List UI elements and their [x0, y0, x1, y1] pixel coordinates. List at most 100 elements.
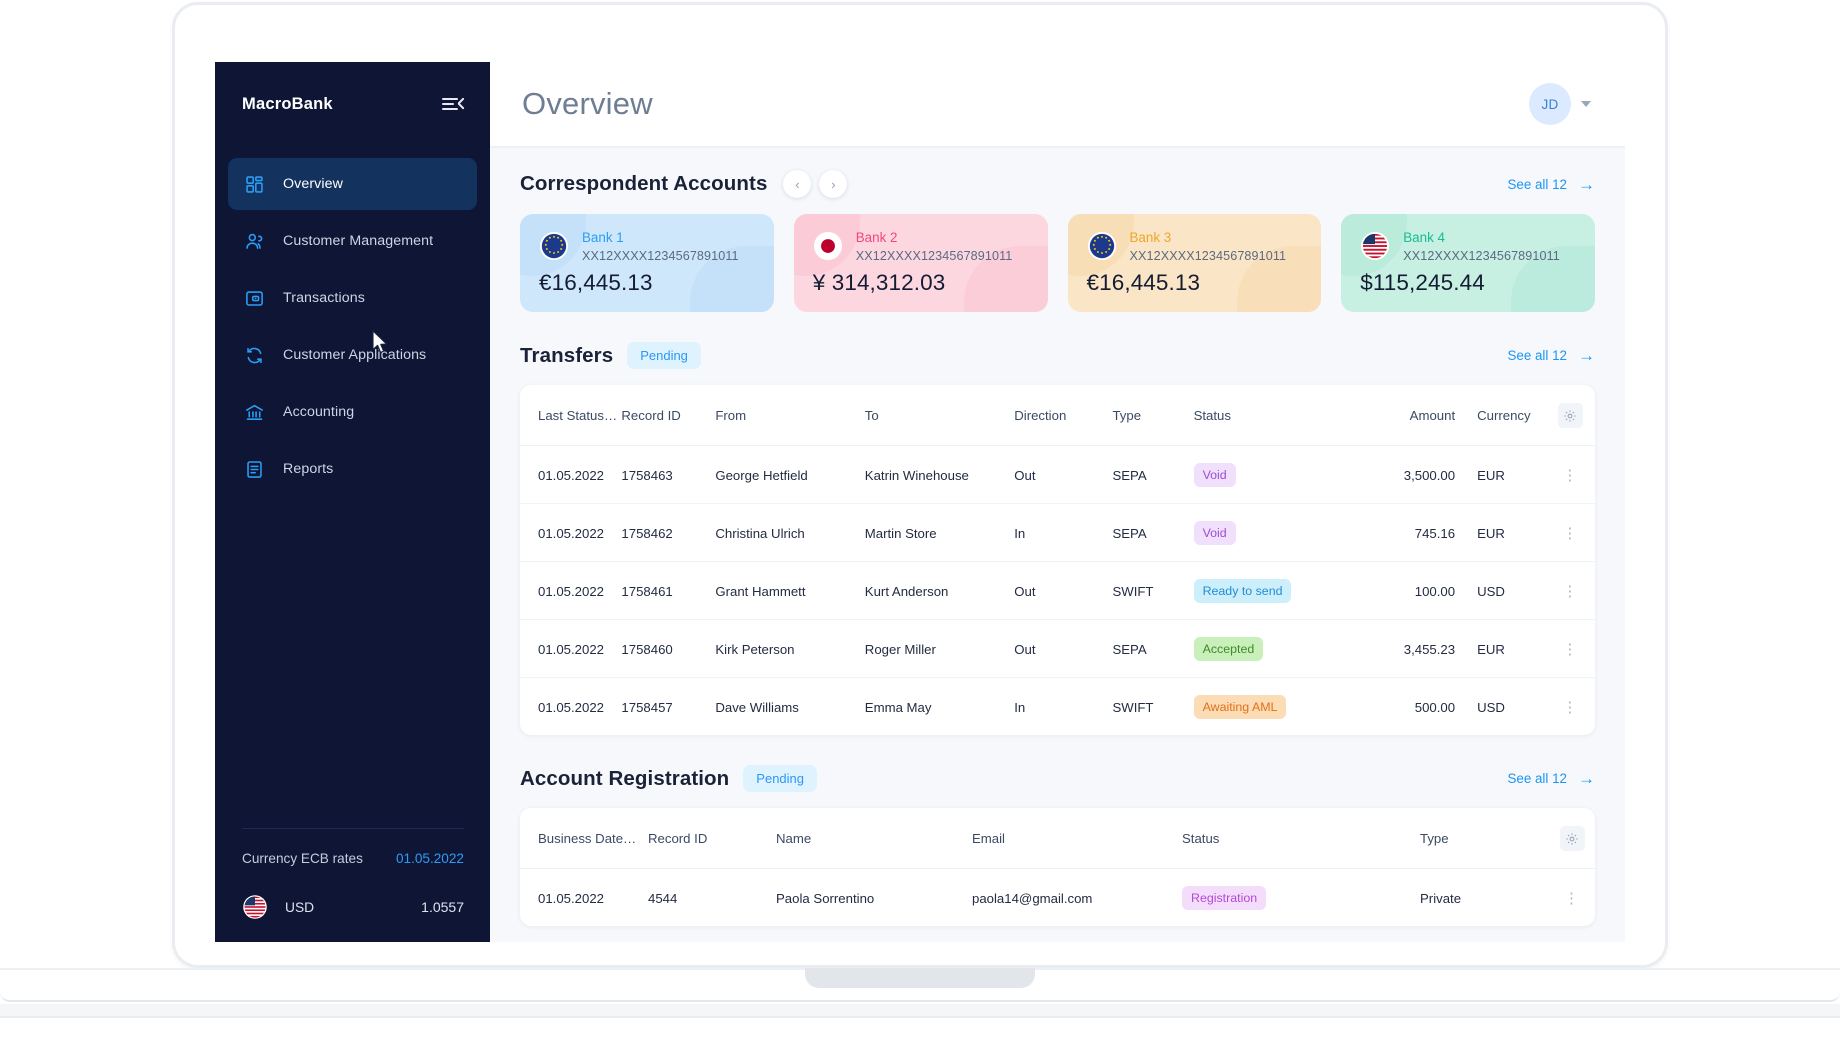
- status-badge: Registration: [1182, 886, 1267, 910]
- see-all-label: See all 12: [1507, 176, 1567, 192]
- status-badge: Ready to send: [1193, 579, 1292, 603]
- transfer-to: Emma May: [864, 699, 932, 715]
- currency-rates-date[interactable]: 01.05.2022: [396, 851, 464, 866]
- more-vertical-icon[interactable]: ⋮: [1564, 890, 1580, 907]
- column-currency[interactable]: Currency: [1455, 385, 1546, 446]
- bank-amount: ¥ 314,312.03: [812, 270, 946, 295]
- column-direction[interactable]: Direction: [1014, 385, 1113, 446]
- currency-rates-header: Currency ECB rates 01.05.2022: [242, 851, 464, 866]
- more-vertical-icon[interactable]: ⋮: [1562, 641, 1578, 658]
- bank-iban: XX12XXXX1234567891011: [582, 249, 739, 263]
- section-title: Account Registration: [520, 766, 730, 790]
- correspondent-accounts-header: Correspondent Accounts ‹ › See all 12 →: [520, 170, 1595, 198]
- column-settings: [1549, 808, 1595, 869]
- transfer-from: Dave Williams: [715, 699, 799, 715]
- column-to[interactable]: To: [864, 385, 1015, 446]
- us-flag-icon: [1361, 231, 1390, 261]
- row-actions-cell: ⋮: [1545, 561, 1595, 620]
- table-row[interactable]: 01.05.2022 1758457 Dave Williams Emma May In…: [520, 678, 1595, 736]
- chevron-right-icon: ›: [831, 176, 836, 192]
- transfer-amount: 3,500.00: [1353, 445, 1456, 504]
- sidebar-item-customer-applications[interactable]: Customer Applications: [228, 329, 477, 381]
- table-row[interactable]: 01.05.2022 1758462 Christina Ulrich Martin …: [520, 503, 1595, 562]
- see-all-transfers-link[interactable]: See all 12 →: [1507, 347, 1595, 364]
- column-from[interactable]: From: [715, 385, 865, 446]
- sidebar-item-customer-management[interactable]: Customer Management: [228, 215, 477, 267]
- registration-record-id: 4544: [648, 890, 678, 906]
- column-name[interactable]: Name: [776, 808, 972, 869]
- transfer-record-id: 1758463: [621, 445, 716, 504]
- currency-rate-row: USD 1.0557: [242, 894, 464, 920]
- sidebar-item-overview[interactable]: Overview: [228, 158, 477, 210]
- transfers-status-filter[interactable]: Pending: [627, 342, 701, 369]
- carousel-next-button[interactable]: ›: [819, 170, 848, 198]
- wallet-card-icon: [246, 290, 263, 306]
- bank-card[interactable]: Bank 2 XX12XXXX1234567891011 ¥ 314,312.0…: [793, 214, 1048, 312]
- transfer-to: Katrin Winehouse: [864, 445, 1015, 504]
- column-type[interactable]: Type: [1112, 385, 1194, 446]
- transfer-type: SEPA: [1112, 445, 1194, 504]
- arrow-right-icon: →: [1578, 346, 1595, 365]
- laptop-notch: [805, 968, 1035, 988]
- sidebar-item-transactions[interactable]: Transactions: [228, 272, 477, 324]
- column-last-status[interactable]: Last Status…: [520, 385, 622, 446]
- column-status[interactable]: Status: [1193, 385, 1354, 446]
- avatar[interactable]: JD: [1529, 83, 1571, 125]
- bank-iban: XX12XXXX1234567891011: [1129, 249, 1287, 263]
- transfer-amount: 745.16: [1353, 503, 1456, 562]
- status-badge: Void: [1193, 521, 1236, 545]
- sidebar-item-accounting[interactable]: Accounting: [228, 386, 477, 438]
- sidebar-item-reports[interactable]: Reports: [228, 443, 477, 495]
- transfer-direction: Out: [1014, 561, 1113, 620]
- bank-name: Bank 4: [1403, 230, 1445, 245]
- chevron-left-icon: ‹: [795, 176, 800, 192]
- grid-dashboard-icon: [246, 175, 263, 193]
- transfer-amount: 3,455.23: [1353, 619, 1456, 678]
- column-amount[interactable]: Amount: [1353, 385, 1456, 446]
- transfer-status-cell: Ready to send: [1193, 561, 1354, 620]
- column-record-id[interactable]: Record ID: [648, 808, 776, 869]
- table-row[interactable]: 01.05.2022 1758461 Grant Hammett Kurt Ander…: [520, 561, 1595, 620]
- row-actions-cell: ⋮: [1545, 619, 1595, 678]
- carousel-controls: ‹ ›: [783, 170, 848, 198]
- column-record-id[interactable]: Record ID: [621, 385, 716, 446]
- transfer-currency: EUR: [1455, 503, 1546, 562]
- transfer-amount: 100.00: [1353, 561, 1456, 620]
- currency-rates-label: Currency ECB rates: [242, 851, 363, 866]
- carousel-prev-button[interactable]: ‹: [783, 170, 812, 198]
- column-type[interactable]: Type: [1420, 808, 1549, 869]
- sidebar-nav: Overview Customer Management Transaction…: [215, 146, 490, 500]
- transfer-from: George Hetfield: [715, 445, 865, 504]
- bank-amount: €16,445.13: [539, 270, 653, 295]
- bank-card[interactable]: Bank 1 XX12XXXX1234567891011 €16,445.13: [520, 214, 774, 312]
- table-row[interactable]: 01.05.2022 1758463 George Hetfield Katrin W…: [520, 445, 1595, 504]
- transfer-currency: USD: [1455, 561, 1546, 620]
- more-vertical-icon[interactable]: ⋮: [1562, 583, 1578, 600]
- row-actions-cell: ⋮: [1545, 503, 1595, 562]
- chevron-down-icon[interactable]: [1581, 101, 1591, 107]
- more-vertical-icon[interactable]: ⋮: [1562, 525, 1578, 542]
- more-vertical-icon[interactable]: ⋮: [1562, 467, 1578, 484]
- column-email[interactable]: Email: [972, 808, 1182, 869]
- bank-card[interactable]: Bank 3 XX12XXXX1234567891011 €16,445.13: [1067, 214, 1322, 312]
- gear-icon[interactable]: [1559, 826, 1585, 851]
- registration-status-filter[interactable]: Pending: [743, 765, 818, 792]
- gear-icon[interactable]: [1557, 403, 1583, 428]
- see-all-registrations-link[interactable]: See all 12 →: [1507, 770, 1595, 787]
- table-header-row: Last Status… Record ID From To Direction…: [520, 385, 1595, 446]
- sidebar-collapse-icon[interactable]: [442, 93, 464, 115]
- see-all-accounts-link[interactable]: See all 12 →: [1507, 176, 1595, 193]
- laptop-foot: [0, 1004, 1840, 1018]
- bank-card[interactable]: Bank 4 XX12XXXX1234567891011 $115,245.44: [1341, 214, 1595, 312]
- more-vertical-icon[interactable]: ⋮: [1562, 699, 1578, 716]
- column-business-date[interactable]: Business Date…: [520, 808, 648, 869]
- transfer-status-cell: Awaiting AML: [1193, 678, 1354, 736]
- transfer-direction: Out: [1014, 445, 1113, 504]
- bank-iban: XX12XXXX1234567891011: [855, 249, 1013, 263]
- transfer-currency: USD: [1477, 699, 1505, 715]
- table-row[interactable]: 01.05.2022 1758460 Kirk Peterson Roger Mill…: [520, 619, 1595, 678]
- table-row[interactable]: 01.05.2022 4544 Paola Sorrentino paola14@gm…: [520, 869, 1595, 927]
- transfer-to: Kurt Anderson: [864, 561, 1015, 620]
- column-status[interactable]: Status: [1182, 808, 1420, 869]
